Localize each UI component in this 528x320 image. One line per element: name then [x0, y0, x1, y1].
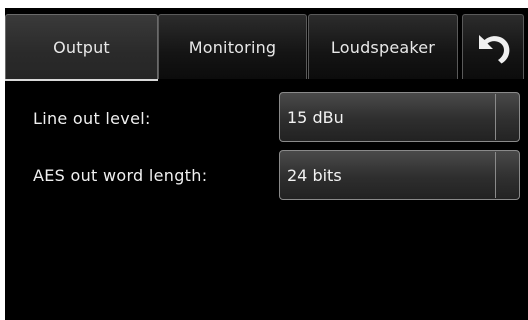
- line-out-level-select[interactable]: 15 dBu: [279, 92, 520, 142]
- undo-arrow-icon: [479, 35, 510, 64]
- aes-out-word-length-dropdown-button[interactable]: [495, 152, 518, 198]
- line-out-level-value: 15 dBu: [287, 107, 344, 127]
- tab-output-label: Output: [53, 37, 110, 57]
- tab-loudspeaker-label: Loudspeaker: [330, 37, 436, 57]
- aes-out-word-length-label: AES out word length:: [33, 166, 208, 185]
- tab-monitoring-label: Monitoring: [188, 37, 277, 57]
- tab-output[interactable]: Output: [5, 14, 158, 81]
- line-out-level-label: Line out level:: [33, 109, 151, 128]
- tab-loudspeaker[interactable]: Loudspeaker: [308, 14, 458, 79]
- undo-button[interactable]: [462, 14, 524, 79]
- aes-out-word-length-value: 24 bits: [287, 165, 342, 185]
- tab-monitoring[interactable]: Monitoring: [158, 14, 307, 79]
- aes-out-word-length-select[interactable]: 24 bits: [279, 150, 520, 200]
- settings-screen: Output Monitoring Loudspeaker Line out l…: [5, 8, 528, 320]
- line-out-level-dropdown-button[interactable]: [495, 94, 518, 140]
